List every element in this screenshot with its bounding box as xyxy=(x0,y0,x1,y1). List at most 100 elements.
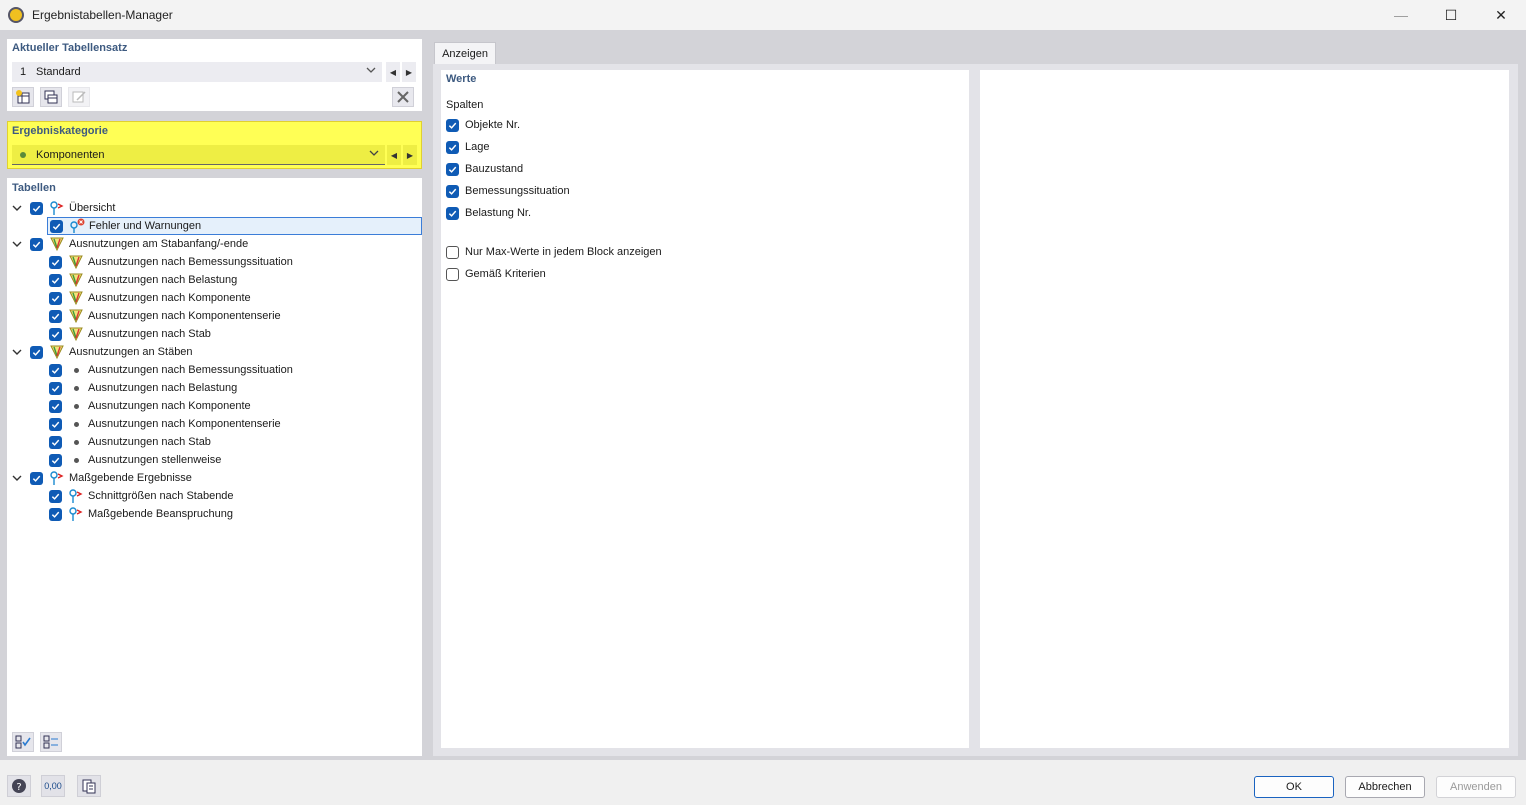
rename-tableset-button[interactable] xyxy=(68,87,90,107)
checkbox[interactable] xyxy=(49,309,62,323)
svg-text:?: ? xyxy=(16,782,21,793)
column-option[interactable]: Belastung Nr. xyxy=(446,204,531,222)
checkbox[interactable] xyxy=(446,118,459,132)
checkbox[interactable] xyxy=(50,219,63,233)
tree-item[interactable]: Ausnutzungen nach Belastung xyxy=(49,379,237,397)
checkbox[interactable] xyxy=(49,435,62,449)
tree-group-label: Übersicht xyxy=(69,202,116,214)
copy-tableset-button[interactable] xyxy=(40,87,62,107)
checkbox[interactable] xyxy=(49,291,62,305)
utilization-icon xyxy=(68,308,84,324)
help-button[interactable]: ? xyxy=(7,775,31,797)
checkbox[interactable] xyxy=(30,201,43,215)
checkbox[interactable] xyxy=(446,184,459,198)
window-title: Ergebnistabellen-Manager xyxy=(32,8,173,22)
column-option-label: Objekte Nr. xyxy=(465,119,521,131)
checkbox[interactable] xyxy=(446,245,459,259)
tree-item[interactable]: Ausnutzungen nach Belastung xyxy=(49,271,237,289)
column-option-label: Belastung Nr. xyxy=(465,207,532,219)
expander-chevron-icon[interactable] xyxy=(11,199,23,217)
column-option[interactable]: Objekte Nr. xyxy=(446,116,520,134)
new-tableset-button[interactable] xyxy=(12,87,34,107)
title-bar: Ergebnistabellen-Manager — ☐ ✕ xyxy=(0,0,1526,30)
tree-item[interactable]: Ausnutzungen nach Komponente xyxy=(49,397,251,415)
table-group-icon xyxy=(49,236,65,252)
tableset-next-button[interactable]: ▶ xyxy=(402,62,416,82)
column-option[interactable]: Bauzustand xyxy=(446,160,523,178)
toggle-selection-button[interactable] xyxy=(40,732,62,752)
display-option[interactable]: Gemäß Kriterien xyxy=(446,265,546,283)
display-option[interactable]: Nur Max-Werte in jedem Block anzeigen xyxy=(446,243,662,261)
tree-group[interactable]: Ausnutzungen am Stabanfang/-ende xyxy=(30,235,248,253)
checkbox[interactable] xyxy=(49,507,62,521)
checkbox[interactable] xyxy=(49,327,62,341)
apply-button[interactable]: Anwenden xyxy=(1436,776,1516,798)
bullet-icon xyxy=(68,434,84,450)
column-option[interactable]: Bemessungssituation xyxy=(446,182,570,200)
ok-button[interactable]: OK xyxy=(1254,776,1334,798)
tree-item[interactable]: Ausnutzungen nach Komponentenserie xyxy=(49,307,281,325)
checkbox[interactable] xyxy=(49,273,62,287)
tree-item-label: Ausnutzungen nach Stab xyxy=(88,328,211,340)
expander-chevron-icon[interactable] xyxy=(11,343,23,361)
checkbox[interactable] xyxy=(49,489,62,503)
column-option[interactable]: Lage xyxy=(446,138,489,156)
check-all-icon xyxy=(15,735,31,749)
tree-group[interactable]: Ausnutzungen an Stäben xyxy=(30,343,193,361)
checkbox[interactable] xyxy=(446,267,459,281)
category-prev-button[interactable]: ◀ xyxy=(387,145,401,165)
close-button[interactable]: ✕ xyxy=(1476,0,1526,30)
units-button[interactable] xyxy=(77,775,101,797)
checkbox[interactable] xyxy=(49,453,62,467)
tableset-panel: Aktueller Tabellensatz 1 Standard ◀ ▶ xyxy=(7,39,422,111)
decimal-places-button[interactable]: 0,00 xyxy=(41,775,65,797)
category-panel: Ergebniskategorie Komponenten ◀ ▶ xyxy=(7,121,422,169)
minimize-button[interactable]: — xyxy=(1376,0,1426,30)
tableset-number: 1 xyxy=(19,66,27,78)
checkbox[interactable] xyxy=(30,345,43,359)
delete-tableset-button[interactable] xyxy=(392,87,414,107)
tree-item[interactable]: Maßgebende Beanspruchung xyxy=(49,505,233,523)
checkbox[interactable] xyxy=(446,140,459,154)
tree-group-label: Ausnutzungen am Stabanfang/-ende xyxy=(69,238,249,250)
maximize-button[interactable]: ☐ xyxy=(1426,0,1476,30)
preview-panel xyxy=(980,70,1509,748)
bullet-icon xyxy=(68,416,84,432)
tree-item-label: Ausnutzungen nach Komponentenserie xyxy=(88,418,281,430)
select-all-button[interactable] xyxy=(12,732,34,752)
tree-item[interactable]: Ausnutzungen nach Bemessungssituation xyxy=(49,361,293,379)
edit-icon xyxy=(72,91,86,103)
tree-group[interactable]: Maßgebende Ergebnisse xyxy=(30,469,192,487)
expander-chevron-icon[interactable] xyxy=(11,469,23,487)
expander-chevron-icon[interactable] xyxy=(11,235,23,253)
category-select[interactable]: Komponenten xyxy=(12,145,385,165)
column-option-label: Bauzustand xyxy=(465,163,524,175)
checkbox[interactable] xyxy=(49,399,62,413)
tree-item[interactable]: Schnittgrößen nach Stabende xyxy=(49,487,234,505)
error-warning-icon xyxy=(69,218,85,234)
tree-item[interactable]: Ausnutzungen nach Komponente xyxy=(49,289,251,307)
tree-item[interactable]: Ausnutzungen nach Bemessungssituation xyxy=(49,253,293,271)
checkbox[interactable] xyxy=(49,381,62,395)
tree-item-label: Ausnutzungen nach Komponentenserie xyxy=(88,310,281,322)
tree-item[interactable]: Ausnutzungen nach Stab xyxy=(49,433,211,451)
tableset-prev-button[interactable]: ◀ xyxy=(386,62,400,82)
tree-group[interactable]: Übersicht xyxy=(30,199,115,217)
tree-item[interactable]: Ausnutzungen nach Stab xyxy=(49,325,211,343)
checkbox[interactable] xyxy=(49,417,62,431)
checkbox[interactable] xyxy=(446,206,459,220)
cancel-button[interactable]: Abbrechen xyxy=(1345,776,1425,798)
checkbox[interactable] xyxy=(49,255,62,269)
tree-item[interactable]: Ausnutzungen stellenweise xyxy=(49,451,221,469)
category-next-button[interactable]: ▶ xyxy=(403,145,417,165)
checkbox[interactable] xyxy=(30,237,43,251)
checkbox[interactable] xyxy=(446,162,459,176)
tree-item[interactable]: Ausnutzungen nach Komponentenserie xyxy=(49,415,281,433)
tableset-select[interactable]: 1 Standard xyxy=(12,62,382,82)
chevron-down-icon xyxy=(369,148,379,161)
tree-item[interactable]: Fehler und Warnungen xyxy=(47,217,422,235)
checkbox[interactable] xyxy=(30,471,43,485)
checkbox[interactable] xyxy=(49,363,62,377)
tab-anzeigen[interactable]: Anzeigen xyxy=(434,42,496,64)
utilization-icon xyxy=(68,290,84,306)
